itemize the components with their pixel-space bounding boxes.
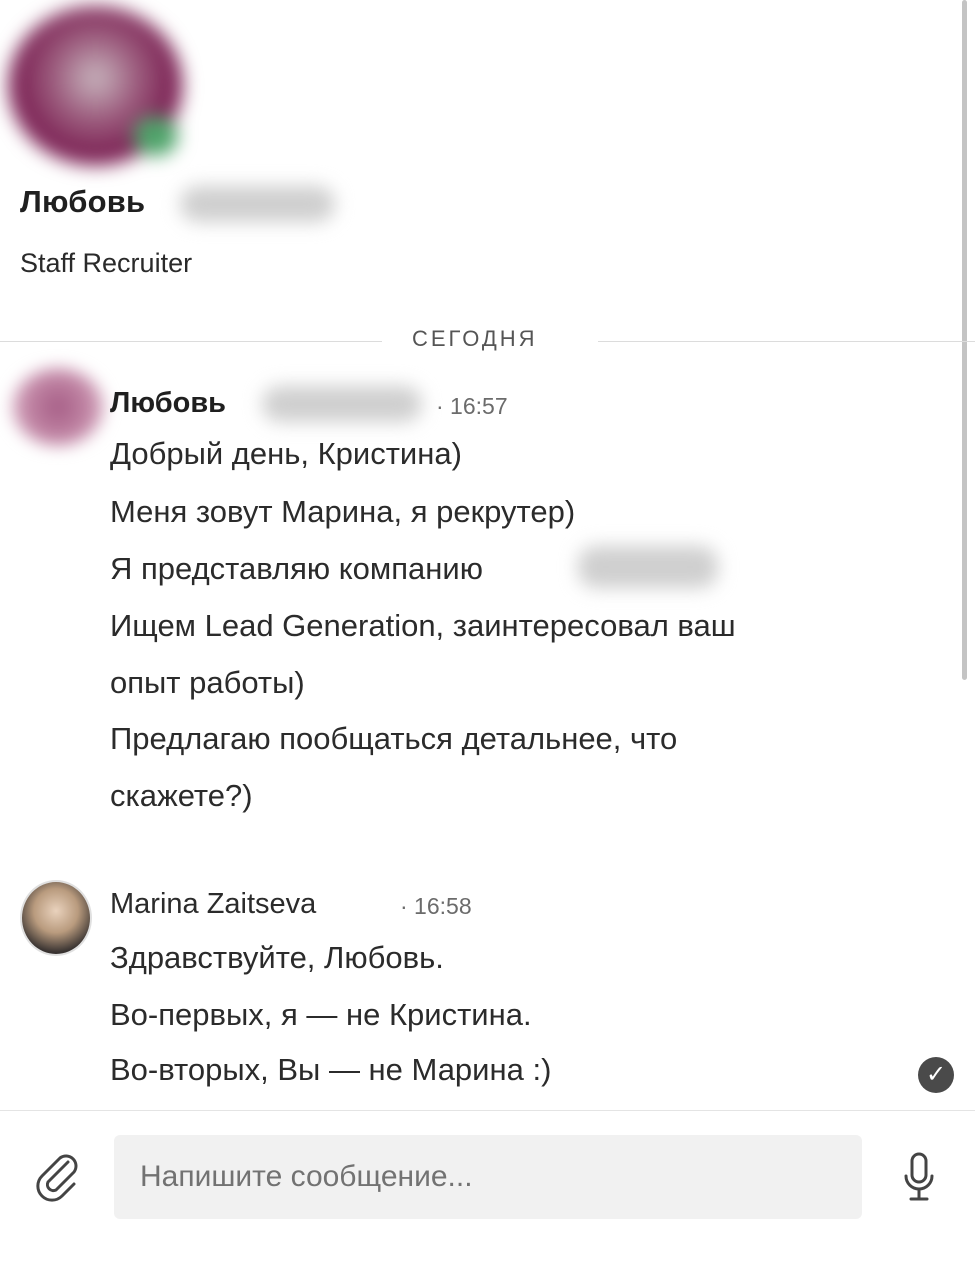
divider-line-right: [598, 341, 975, 342]
message-line: скажете?): [110, 778, 253, 813]
profile-job-title: Staff Recruiter: [20, 248, 193, 278]
sender-avatar[interactable]: [12, 368, 104, 446]
message-line: Ищем Lead Generation, заинтересовал ваш: [110, 608, 736, 643]
message-line: Меня зовут Марина, я рекрутер): [110, 494, 576, 529]
composer-separator: [0, 1110, 975, 1111]
message-line: Здравствуйте, Любовь.: [110, 940, 444, 975]
profile-name[interactable]: Любовь: [20, 184, 145, 220]
message-author[interactable]: Marina Zaitseva: [110, 888, 316, 921]
redacted-surname: [180, 186, 335, 222]
message-line: Предлагаю пообщаться детальнее, что: [110, 721, 678, 756]
sender-avatar[interactable]: [20, 880, 92, 956]
redacted-company: [578, 546, 718, 588]
date-divider-label: СЕГОДНЯ: [412, 326, 538, 351]
scrollbar[interactable]: [962, 0, 967, 680]
message-input[interactable]: [114, 1135, 862, 1219]
profile-avatar[interactable]: [8, 6, 183, 166]
message-line: Добрый день, Кристина): [110, 436, 462, 471]
online-status-indicator: [133, 116, 178, 156]
message-time: · 16:58: [400, 893, 472, 919]
message-author[interactable]: Любовь: [110, 387, 226, 420]
message-line: Во-вторых, Вы — не Марина :): [110, 1052, 552, 1087]
paperclip-icon[interactable]: [30, 1148, 84, 1202]
microphone-icon[interactable]: [902, 1150, 936, 1204]
message-line: Я представляю компанию: [110, 551, 483, 586]
chat-screen: Любовь Staff Recruiter СЕГОДНЯ Любовь · …: [0, 0, 975, 1280]
divider-line-left: [0, 341, 382, 342]
redacted-surname: [262, 386, 422, 422]
message-time: · 16:57: [436, 393, 508, 419]
message-line: опыт работы): [110, 665, 305, 700]
check-icon: ✓: [918, 1057, 954, 1093]
message-line: Во-первых, я — не Кристина.: [110, 997, 532, 1032]
